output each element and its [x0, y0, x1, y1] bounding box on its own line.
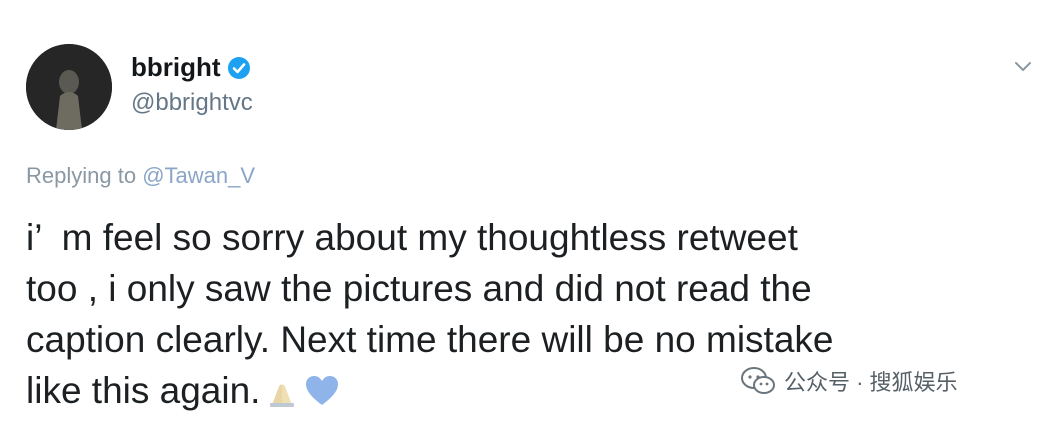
tweet-text-line: like this again. — [26, 370, 261, 411]
chevron-down-icon[interactable] — [1012, 55, 1034, 77]
watermark: 公众号 · 搜狐娱乐 — [740, 365, 958, 397]
tweet-text-line: i’ m feel so sorry about my thoughtless … — [26, 217, 798, 258]
folded-hands-icon — [270, 384, 295, 407]
replying-prefix: Replying to — [26, 163, 143, 188]
reply-mention-link[interactable]: @Tawan_V — [142, 163, 255, 188]
tweet-text-line: caption clearly. Next time there will be… — [26, 319, 834, 360]
replying-to: Replying to @Tawan_V — [26, 163, 255, 189]
tweet-card: bbright @bbrightvc Replying to @Tawan_V … — [0, 0, 1052, 422]
verified-badge-icon — [227, 56, 250, 79]
wechat-icon — [741, 367, 775, 394]
author-name-row: bbright — [131, 52, 251, 83]
tweet-text-line: too , i only saw the pictures and did no… — [26, 268, 812, 309]
display-name[interactable]: bbright — [131, 52, 221, 83]
author-handle[interactable]: @bbrightvc — [131, 89, 253, 117]
avatar[interactable] — [26, 44, 112, 130]
watermark-text: 公众号 · 搜狐娱乐 — [784, 370, 958, 395]
blue-heart-icon — [306, 376, 339, 405]
